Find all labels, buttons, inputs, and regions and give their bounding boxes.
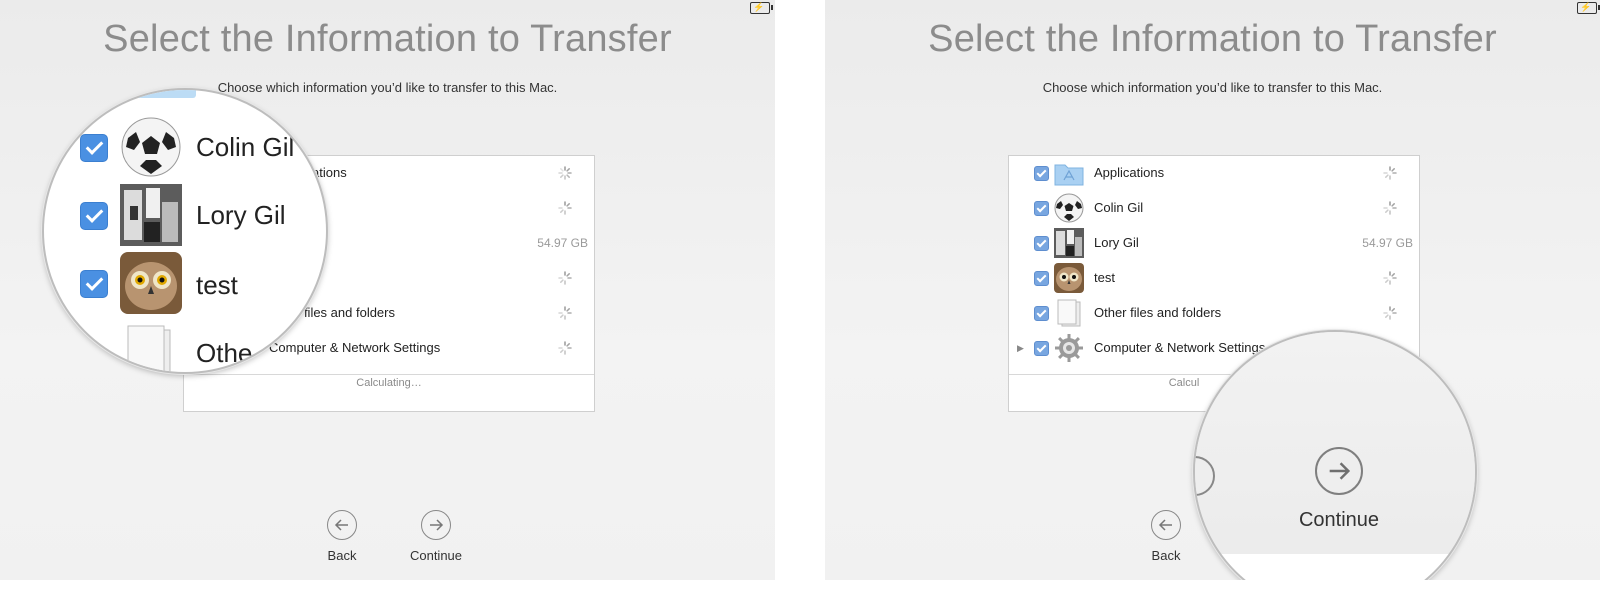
folder-icon — [136, 90, 196, 98]
left-screen: ⚡ Select the Information to Transfer Cho… — [0, 0, 775, 580]
back-label: Back — [327, 548, 357, 563]
loading-spinner-icon — [1383, 166, 1397, 180]
continue-label: Continue — [409, 548, 463, 563]
item-size: 54.97 GB — [1362, 236, 1413, 250]
documents-icon — [127, 325, 171, 372]
battery-icon: ⚡ — [1577, 2, 1600, 14]
checkbox-checked[interactable] — [80, 202, 108, 230]
loading-spinner-icon — [1383, 306, 1397, 320]
checkbox-checked[interactable] — [1034, 201, 1049, 216]
checkbox-checked[interactable] — [80, 270, 108, 298]
loading-spinner-icon — [1383, 201, 1397, 215]
documents-icon — [1057, 299, 1081, 327]
loading-spinner-icon — [558, 201, 572, 215]
item-label: Lory Gil — [196, 200, 286, 230]
checkbox-checked[interactable] — [80, 134, 108, 162]
loading-spinner-icon — [558, 306, 572, 320]
loading-spinner-icon — [1383, 271, 1397, 285]
owl-avatar-icon — [1054, 263, 1084, 293]
back-button[interactable]: Back — [1126, 510, 1206, 563]
item-label: Applications — [1094, 165, 1165, 180]
loading-spinner-icon — [558, 271, 572, 285]
checkbox-checked[interactable] — [1034, 166, 1049, 181]
list-item-user[interactable]: Colin Gil — [1009, 191, 1419, 226]
battery-icon: ⚡ — [750, 2, 773, 14]
list-divider — [184, 374, 594, 375]
back-arrow-icon — [327, 510, 357, 540]
continue-arrow-icon — [421, 510, 451, 540]
owl-avatar-icon — [120, 252, 182, 314]
list-item-applications[interactable]: Applications — [1009, 156, 1419, 191]
soccer-ball-avatar-icon — [1054, 193, 1084, 223]
continue-button[interactable]: Continue — [396, 510, 476, 563]
right-screen: ⚡ Select the Information to Transfer Cho… — [825, 0, 1600, 580]
item-label: Colin Gil — [196, 132, 295, 162]
disclosure-triangle-icon[interactable]: ▶ — [1017, 343, 1024, 354]
page-title: Select the Information to Transfer — [103, 18, 672, 60]
magnifier-lens: Continue — [1193, 330, 1477, 580]
back-arrow-icon — [1151, 510, 1181, 540]
folder-icon — [1054, 164, 1084, 186]
page-title: Select the Information to Transfer — [928, 18, 1497, 60]
continue-arrow-icon — [1315, 447, 1363, 495]
list-item-user[interactable]: test — [1009, 261, 1419, 296]
item-label: test — [196, 270, 238, 300]
item-label: Lory Gil — [1094, 235, 1139, 250]
item-label-fragment: Othe — [196, 338, 253, 368]
back-label: Back — [1151, 548, 1181, 563]
photo-avatar-icon — [1054, 228, 1084, 258]
item-label: Colin Gil — [1094, 200, 1144, 215]
item-size: 54.97 GB — [537, 236, 588, 250]
lens-bottom-edge — [1195, 554, 1475, 580]
item-label: test — [1094, 270, 1115, 285]
checkbox-checked[interactable] — [1034, 306, 1049, 321]
loading-spinner-icon — [558, 166, 572, 180]
page-subtitle: Choose which information you’d like to t… — [1042, 80, 1383, 95]
checkbox-checked[interactable] — [1034, 236, 1049, 251]
continue-label: Continue — [1298, 509, 1380, 531]
item-label: Other files and folders — [1094, 305, 1222, 320]
list-item-user[interactable]: Lory Gil 54.97 GB — [1009, 226, 1419, 261]
gear-icon — [1055, 334, 1083, 362]
back-arrow-icon — [1195, 456, 1215, 496]
list-item-other-files[interactable]: Other files and folders — [1009, 296, 1419, 331]
checkbox-checked[interactable] — [1034, 341, 1049, 356]
status-text: Calculating… — [356, 377, 422, 389]
magnifier-lens: Colin Gil Lory Gil test Othe — [42, 88, 328, 374]
back-button[interactable]: Back — [302, 510, 382, 563]
continue-button-magnified[interactable]: Continue — [1277, 447, 1401, 532]
photo-avatar-icon — [120, 184, 182, 246]
loading-spinner-icon — [558, 341, 572, 355]
checkbox-checked[interactable] — [1034, 271, 1049, 286]
soccer-ball-avatar-icon — [121, 117, 181, 177]
